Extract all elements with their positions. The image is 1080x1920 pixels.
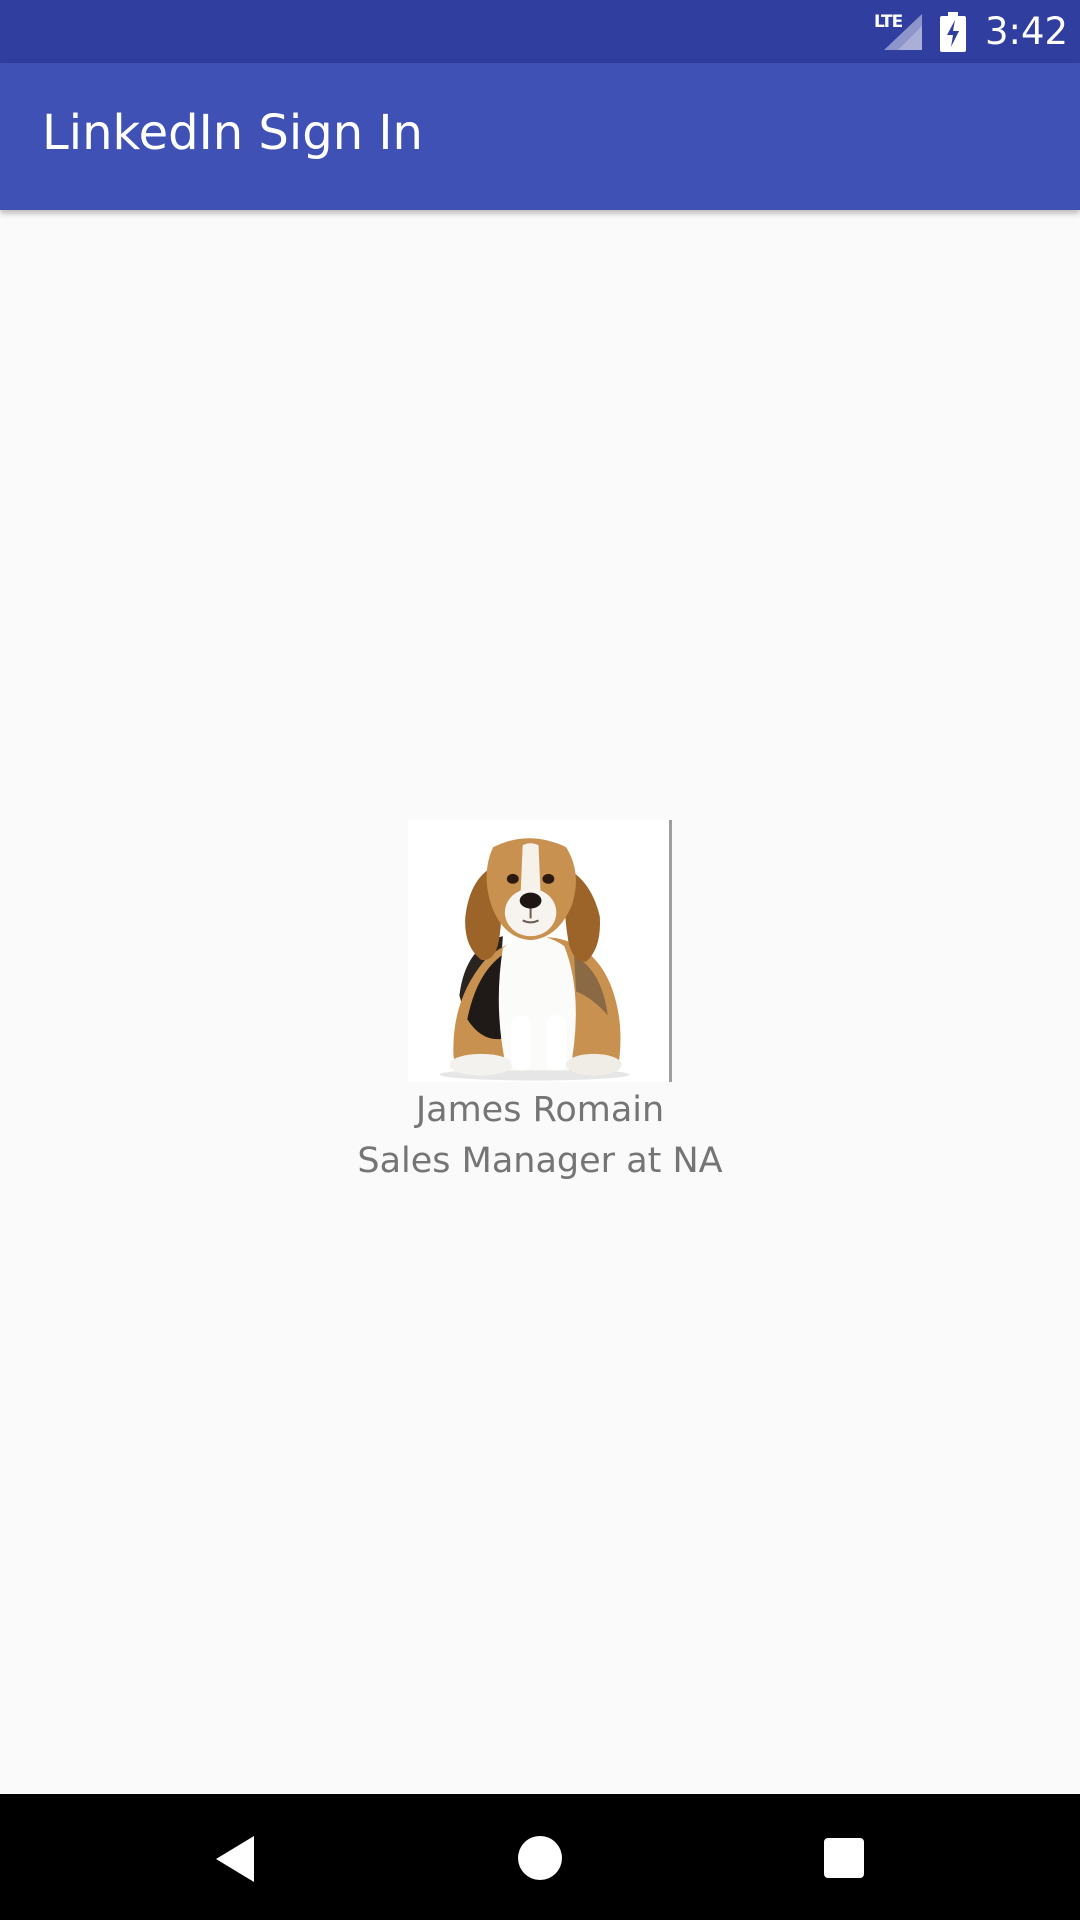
profile-photo: [408, 820, 672, 1082]
app-bar: LinkedIn Sign In: [0, 63, 1080, 210]
navigation-bar: [0, 1794, 1080, 1920]
status-bar: LTE 3:42: [0, 0, 1080, 63]
profile-name: James Romain: [415, 1090, 665, 1130]
recents-icon[interactable]: [824, 1838, 864, 1878]
profile-headline: Sales Manager at NA: [357, 1141, 723, 1181]
beagle-dog-photo: [408, 821, 669, 1081]
battery-charging-icon: [940, 12, 966, 52]
page-title: LinkedIn Sign In: [42, 105, 423, 161]
clock-time: 3:42: [985, 10, 1069, 53]
back-icon[interactable]: [214, 1834, 258, 1884]
home-icon[interactable]: [518, 1836, 562, 1880]
signal-icon: [884, 14, 922, 50]
